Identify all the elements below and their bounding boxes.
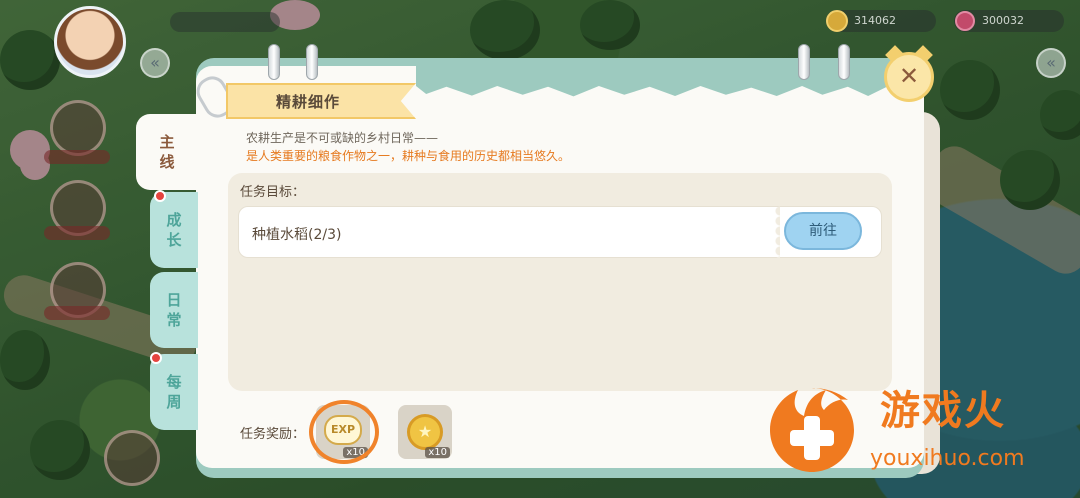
watermark-logo-icon	[770, 388, 854, 472]
goal-title: 任务目标：	[240, 185, 306, 200]
collapse-right-button[interactable]: «	[1036, 48, 1066, 78]
dialog-title: 精耕细作	[276, 93, 341, 111]
level-bar	[170, 12, 280, 32]
tab-growth-label: 成长	[166, 211, 182, 249]
gem-icon	[955, 11, 975, 31]
tab-main[interactable]: 主线	[136, 114, 198, 190]
quest-description: 农耕生产是不可或缺的乡村日常——	[246, 131, 439, 145]
tab-growth[interactable]: 成长	[150, 192, 198, 268]
side-activity-1-label	[44, 150, 110, 164]
reward-coin[interactable]: ★ x10	[398, 405, 452, 459]
task-row-scallop	[770, 206, 780, 258]
tab-weekly-label: 每周	[166, 373, 182, 411]
reward-count: x10	[425, 447, 450, 458]
go-button[interactable]: 前往	[784, 212, 862, 250]
coin-count: 314062	[854, 14, 896, 27]
side-activity-2-label	[44, 226, 110, 240]
side-activity-1[interactable]	[50, 100, 106, 156]
broom-tool-button[interactable]	[104, 430, 160, 486]
highlight-circle	[309, 400, 379, 464]
tab-daily-label: 日常	[166, 291, 182, 329]
notification-dot	[150, 352, 162, 364]
watermark-url: youxihuo.com	[870, 446, 1025, 471]
quest-description-highlight: 是人类重要的粮食作物之一，耕种与食用的历史都相当悠久。	[246, 149, 571, 163]
binder-ring-icon	[838, 44, 850, 80]
binder-ring-icon	[798, 44, 810, 80]
close-button[interactable]: ✕	[884, 52, 934, 102]
rewards-label: 任务奖励：	[240, 427, 306, 442]
tab-weekly[interactable]: 每周	[150, 354, 198, 430]
watermark-brand: 游戏火	[880, 388, 1006, 434]
side-activity-3-label	[44, 306, 110, 320]
coin-icon: ★	[407, 414, 443, 450]
player-avatar[interactable]	[54, 6, 126, 78]
tab-daily[interactable]: 日常	[150, 272, 198, 348]
task-text: 种植水稻(2/3)	[252, 227, 342, 243]
binder-ring-icon	[268, 44, 280, 80]
coin-icon	[826, 10, 848, 32]
notification-dot	[154, 190, 166, 202]
tab-main-label: 主线	[159, 133, 175, 171]
collapse-left-button[interactable]: «	[140, 48, 170, 78]
binder-ring-icon	[306, 44, 318, 80]
gem-count: 300032	[982, 14, 1024, 27]
